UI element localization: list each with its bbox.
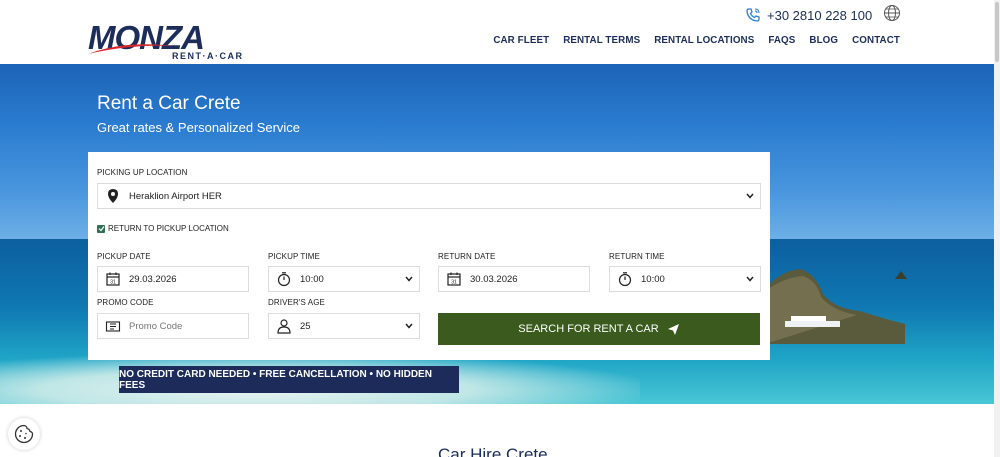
search-button-label: SEARCH FOR RENT A CAR: [518, 323, 659, 335]
drivers-age-select[interactable]: 25: [268, 313, 420, 339]
drivers-age-value: 25: [300, 320, 311, 332]
promo-code-input[interactable]: [129, 320, 229, 332]
person-icon: [277, 319, 291, 334]
hero-title: Rent a Car Crete: [97, 93, 241, 114]
nav-contact[interactable]: CONTACT: [852, 35, 900, 46]
nav-rental-locations[interactable]: RENTAL LOCATIONS: [654, 35, 754, 46]
return-time-value: 10:00: [641, 273, 665, 285]
phone-icon: [746, 8, 760, 22]
main-nav: CAR FLEET RENTAL TERMS RENTAL LOCATIONS …: [479, 35, 900, 46]
section-title: Car Hire Crete: [438, 445, 548, 457]
pickup-date-value: 29.03.2026: [129, 273, 177, 285]
svg-text:31: 31: [110, 280, 116, 286]
location-pin-icon: [108, 189, 118, 203]
booking-form: PICKING UP LOCATION Heraklion Airport HE…: [88, 152, 770, 360]
cookie-settings-button[interactable]: [8, 418, 40, 450]
page: MONZA RENT·A·CAR +30 2810 228 100 CAR FL…: [0, 0, 1000, 457]
pickup-time-label: PICKUP TIME: [268, 252, 320, 261]
pickup-time-select[interactable]: 10:00: [268, 266, 420, 292]
calendar-icon: 31: [447, 272, 461, 286]
return-time-select[interactable]: 10:00: [609, 266, 761, 292]
return-to-pickup-label: RETURN TO PICKUP LOCATION: [108, 224, 229, 233]
stopwatch-icon: [277, 272, 291, 287]
monza-logo[interactable]: MONZA RENT·A·CAR: [86, 20, 246, 62]
phone-contact[interactable]: +30 2810 228 100: [745, 6, 872, 24]
drivers-age-label: DRIVER'S AGE: [268, 298, 325, 307]
nav-blog[interactable]: BLOG: [809, 35, 838, 46]
return-date-label: RETURN DATE: [438, 252, 496, 261]
svg-text:31: 31: [451, 280, 457, 286]
return-date-input[interactable]: 31 30.03.2026: [438, 266, 590, 292]
logo-swoosh-icon: [88, 44, 174, 54]
return-time-label: RETURN TIME: [609, 252, 665, 261]
hero-island: [765, 269, 907, 344]
pickup-location-select[interactable]: Heraklion Airport HER: [97, 183, 761, 209]
chevron-down-icon: [746, 193, 754, 199]
pickup-date-input[interactable]: 31 29.03.2026: [97, 266, 249, 292]
paper-plane-icon: [667, 323, 679, 335]
logo-subtitle: RENT·A·CAR: [172, 51, 244, 61]
return-to-pickup-checkbox[interactable]: RETURN TO PICKUP LOCATION: [97, 224, 229, 233]
stopwatch-icon: [618, 272, 632, 287]
promo-code-field[interactable]: [97, 313, 249, 339]
nav-car-fleet[interactable]: CAR FLEET: [493, 35, 549, 46]
checkbox-checked-icon: [97, 224, 105, 233]
ticket-icon: [105, 321, 121, 332]
scrollbar-thumb[interactable]: [995, 2, 999, 62]
return-date-value: 30.03.2026: [470, 273, 518, 285]
scrollbar[interactable]: [994, 0, 1000, 457]
pickup-date-label: PICKUP DATE: [97, 252, 151, 261]
pickup-location-label: PICKING UP LOCATION: [97, 168, 188, 177]
search-button[interactable]: SEARCH FOR RENT A CAR: [438, 313, 760, 345]
pickup-location-value: Heraklion Airport HER: [129, 190, 222, 202]
phone-number: +30 2810 228 100: [767, 7, 873, 23]
chevron-down-icon: [405, 323, 413, 329]
chevron-down-icon: [405, 276, 413, 282]
promo-code-label: PROMO CODE: [97, 298, 154, 307]
benefits-banner: NO CREDIT CARD NEEDED • FREE CANCELLATIO…: [119, 366, 459, 393]
site-header: MONZA RENT·A·CAR +30 2810 228 100 CAR FL…: [0, 0, 1000, 64]
cookie-icon: [14, 424, 34, 444]
pickup-time-value: 10:00: [300, 273, 324, 285]
nav-faqs[interactable]: FAQS: [768, 35, 795, 46]
chevron-down-icon: [746, 276, 754, 282]
hero-subtitle: Great rates & Personalized Service: [97, 120, 301, 135]
globe-icon[interactable]: [883, 4, 901, 22]
nav-rental-terms[interactable]: RENTAL TERMS: [563, 35, 640, 46]
calendar-icon: 31: [106, 272, 120, 286]
